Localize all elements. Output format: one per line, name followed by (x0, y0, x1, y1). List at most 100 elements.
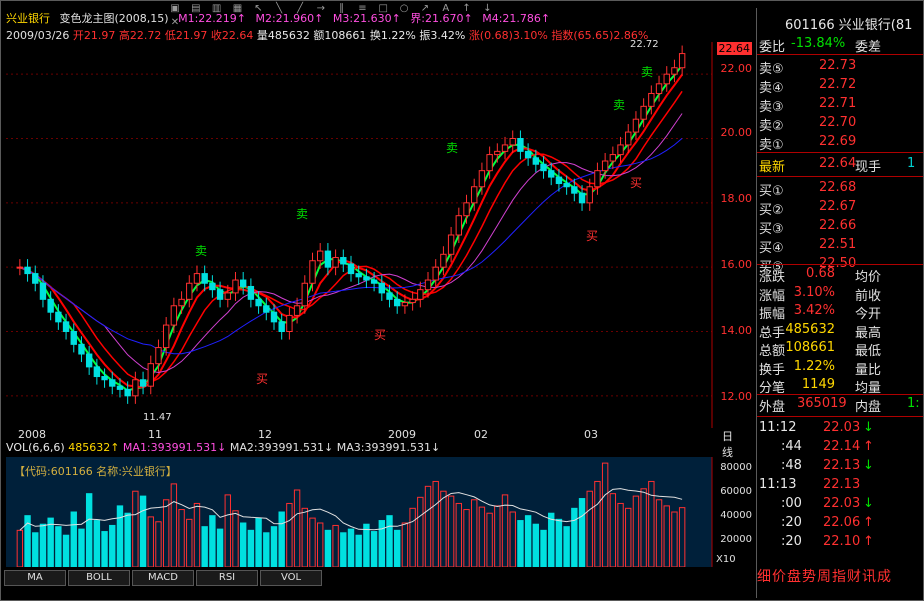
buy-row: 买① 22.68 (757, 180, 923, 200)
sell-signal-1: 卖 (195, 244, 208, 258)
panel-header: 601166 兴业银行(81 (785, 18, 913, 33)
candle-body (532, 157, 540, 165)
volume-bar (540, 529, 547, 567)
tick-price: 22.03 (823, 496, 861, 511)
tick-row: :20 22.06 ↑ (757, 515, 923, 535)
candle-body (578, 192, 586, 204)
tick-time: 11:13 (759, 477, 797, 492)
candle-body (486, 154, 493, 172)
candle-body (501, 144, 509, 152)
tab-vol[interactable]: VOL (260, 570, 322, 586)
price-label-14: 14.00 (720, 324, 753, 337)
candle-body (548, 170, 555, 178)
ma-line (19, 74, 683, 389)
candle-body (293, 305, 301, 316)
candle-body (124, 388, 131, 397)
ma-line (19, 113, 683, 374)
sell-signal-3: 卖 (446, 141, 459, 155)
tab-boll[interactable]: BOLL (68, 570, 130, 586)
stat-value: 1149 (801, 377, 835, 392)
volume-bar (548, 512, 555, 567)
candle-body (209, 282, 216, 291)
volume-bar (109, 524, 116, 567)
period-label[interactable]: 日线 (722, 428, 733, 460)
stat-label-2: 均价 (855, 270, 882, 285)
candle-body (201, 273, 208, 284)
candle-body (170, 305, 178, 326)
volume-bar (47, 517, 54, 567)
panel-bottom-tabs[interactable]: 细价盘势周指财讯成 (757, 566, 923, 586)
latest-price: 22.64 (819, 156, 857, 171)
candle-body (517, 138, 524, 152)
candle-body (655, 83, 663, 94)
stock-name: 兴业银行 (6, 12, 50, 25)
vol-axis-40000: 40000 (720, 510, 752, 521)
close-value: 收22.64 (210, 29, 254, 42)
candle-body (116, 385, 124, 390)
quote-date: 2009/03/26 (6, 29, 70, 42)
candle-body (625, 131, 632, 146)
volume-bar (78, 528, 85, 567)
buy-signal-2: 买 (374, 328, 387, 342)
quote-panel: 601166 兴业银行(81 委比 -13.84% 委差 卖⑤ 22.73 卖④ 22… (756, 8, 923, 598)
code-name-label: 【代码:601166 名称:兴业银行】 (14, 465, 177, 478)
candle-body (463, 202, 470, 217)
tick-arrow: ↑ (863, 439, 874, 454)
stat-value: 3.42% (793, 303, 835, 318)
volume-bar (201, 526, 208, 567)
candle-body (332, 257, 339, 268)
candlestick-chart[interactable] (6, 42, 716, 428)
sell-signal-5: 卖 (641, 65, 654, 79)
candle-body (432, 266, 439, 281)
buy-row: 买④ 22.51 (757, 237, 923, 257)
sell-signal-2: 卖 (296, 207, 309, 221)
date-label-11: 11 (148, 428, 162, 441)
candle-body (324, 250, 332, 268)
outer-value: 365019 (797, 396, 847, 411)
volume-axis: 80000 60000 40000 20000 X10 (716, 458, 756, 568)
tick-arrow: ↑ (863, 515, 874, 530)
stat-value: 485632 (785, 321, 835, 337)
vol-label: VOL(6,6,6) (6, 441, 65, 454)
candle-body (317, 250, 324, 262)
volume-indicator-line: VOL(6,6,6) 485632↑ MA1:393991.531↓ MA2:3… (6, 441, 712, 457)
indicator-title-line: 兴业银行 变色龙主图(2008,15) M1:22.219↑ M2:21.960… (6, 10, 550, 26)
indicator-tabs: MA BOLL MACD RSI VOL (4, 569, 324, 586)
stat-label-2: 量比 (855, 362, 882, 378)
volume-bar (578, 498, 586, 567)
volume-bar (386, 515, 393, 567)
candle-body (609, 154, 617, 162)
candle-body (24, 266, 31, 275)
sell-price: 22.69 (819, 134, 857, 149)
tab-macd[interactable]: MACD (132, 570, 194, 586)
stat-row: 涨跌 0.68 均价 (757, 266, 923, 286)
tab-ma[interactable]: MA (4, 570, 66, 586)
buy-price: 22.68 (819, 180, 857, 195)
stat-value: 1.22% (793, 358, 835, 374)
tick-row: :48 22.13 ↓ (757, 458, 923, 478)
candle-body (309, 260, 316, 284)
candle-body (39, 282, 47, 300)
buy-label: 买④ (759, 241, 784, 256)
volume-bar (124, 512, 131, 567)
sell-label: 卖④ (759, 81, 784, 96)
stat-value: 0.68 (806, 266, 835, 281)
price-label-18: 18.00 (720, 192, 753, 205)
volume-bar (93, 520, 101, 567)
candle-body (270, 311, 278, 323)
candle-body (139, 379, 147, 387)
candle-body (78, 343, 85, 355)
tab-rsi[interactable]: RSI (196, 570, 258, 586)
amplitude-value: 振3.42% (419, 29, 466, 42)
price-axis: 22.64 22.00 20.00 18.00 16.00 14.00 12.0… (716, 40, 756, 430)
price-label-20: 20.00 (720, 126, 753, 139)
candle-body (62, 321, 70, 333)
buy-signal-4: 买 (630, 176, 643, 190)
inner-value: 1: (907, 396, 920, 411)
candle-body (347, 263, 355, 275)
vol-ma1: MA1:393991.531↓ (122, 441, 227, 454)
candle-body (155, 347, 162, 365)
change-value: 涨(0.68)3.10% (468, 29, 548, 42)
date-label-2009: 2009 (388, 428, 416, 441)
candle-body (363, 276, 370, 281)
